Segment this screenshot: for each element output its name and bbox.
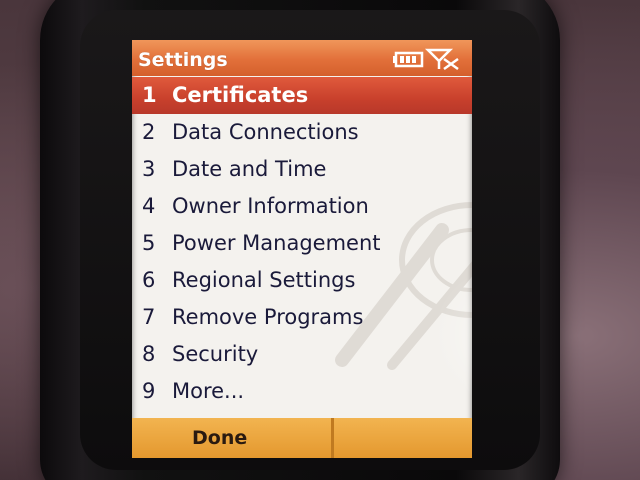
- menu-item-label: Regional Settings: [172, 268, 356, 292]
- signal-icon: [424, 48, 459, 71]
- menu-item-label: Power Management: [172, 231, 381, 255]
- menu-item-number: 2: [142, 120, 156, 144]
- done-softkey[interactable]: Done: [132, 418, 331, 458]
- menu-item-label: Data Connections: [172, 120, 359, 144]
- menu-item-date-and-time[interactable]: 3 Date and Time: [132, 151, 472, 188]
- menu-item-data-connections[interactable]: 2 Data Connections: [132, 114, 472, 151]
- menu-item-number: 8: [142, 342, 156, 366]
- menu-item-label: Remove Programs: [172, 305, 364, 329]
- menu-item-more[interactable]: 9 More...: [132, 373, 472, 410]
- right-softkey[interactable]: [330, 418, 473, 458]
- title-bar: Settings: [132, 40, 472, 76]
- status-icons: [393, 48, 459, 71]
- menu-item-owner-information[interactable]: 4 Owner Information: [132, 188, 472, 225]
- menu-item-label: Certificates: [172, 83, 309, 107]
- menu-item-number: 5: [142, 231, 156, 255]
- screen-title: Settings: [138, 49, 228, 71]
- menu-item-number: 7: [142, 305, 156, 329]
- menu-item-remove-programs[interactable]: 7 Remove Programs: [132, 299, 472, 336]
- phone-screen: Settings 1 Certificates 2 Data Connections: [132, 40, 472, 458]
- menu-item-label: Date and Time: [172, 157, 327, 181]
- menu-item-security[interactable]: 8 Security: [132, 336, 472, 373]
- menu-item-certificates[interactable]: 1 Certificates: [132, 77, 472, 114]
- softkey-bar: Done: [132, 418, 472, 458]
- settings-menu: 1 Certificates 2 Data Connections 3 Date an…: [132, 77, 472, 419]
- menu-item-regional-settings[interactable]: 6 Regional Settings: [132, 262, 472, 299]
- menu-item-number: 1: [142, 83, 157, 107]
- menu-item-number: 9: [142, 379, 156, 403]
- menu-item-label: Owner Information: [172, 194, 369, 218]
- menu-item-label: Security: [172, 342, 259, 366]
- menu-item-number: 6: [142, 268, 156, 292]
- menu-item-number: 4: [142, 194, 156, 218]
- menu-item-number: 3: [142, 157, 156, 181]
- menu-item-power-management[interactable]: 5 Power Management: [132, 225, 472, 262]
- battery-icon: [393, 51, 424, 68]
- menu-item-label: More...: [172, 379, 245, 403]
